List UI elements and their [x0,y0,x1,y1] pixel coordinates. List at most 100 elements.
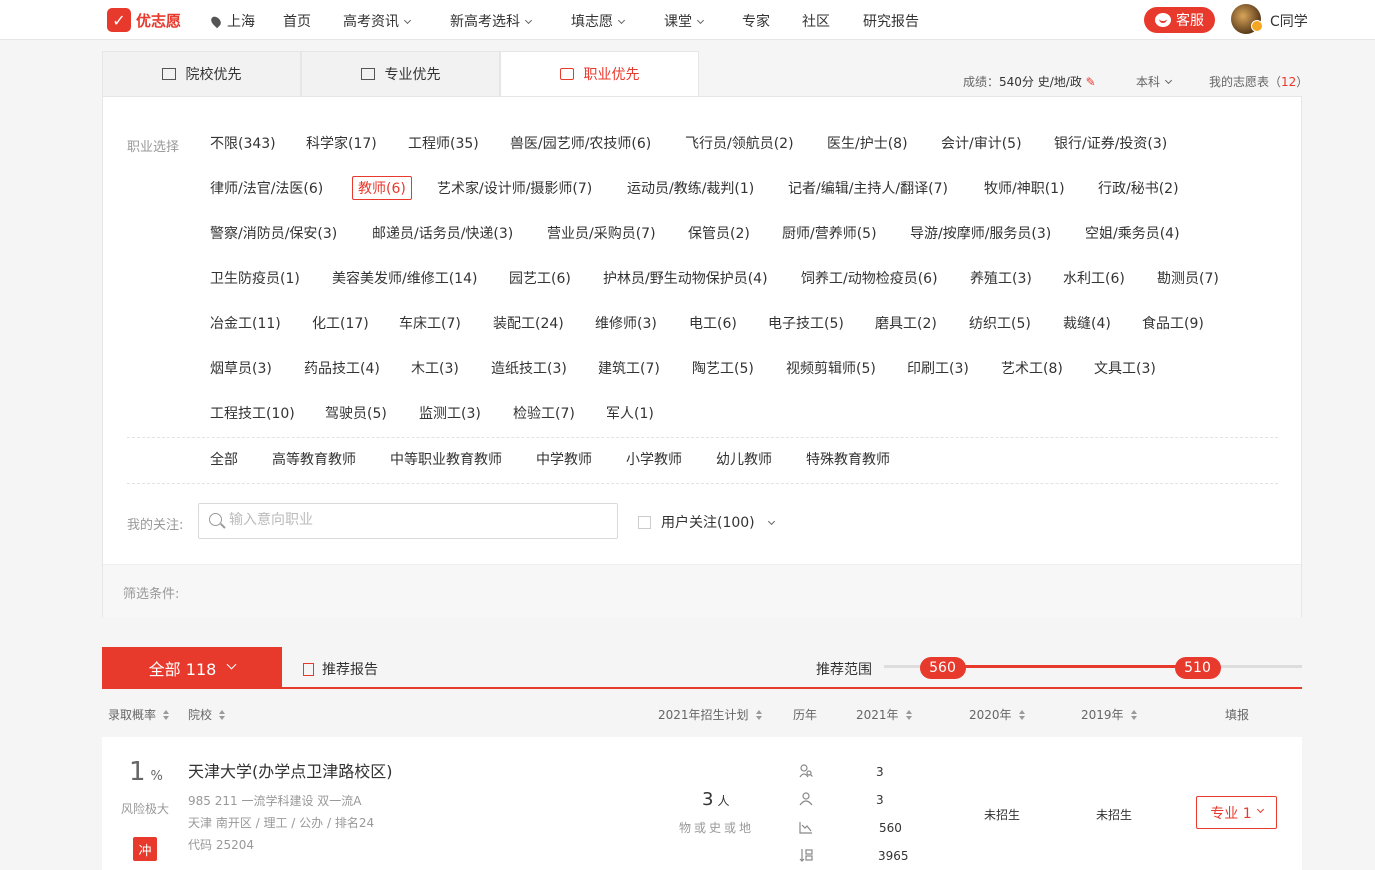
nav-research-report[interactable]: 研究报告 [863,11,919,31]
recommend-report-link[interactable]: 推荐报告 [303,659,378,679]
fill-major-button[interactable]: 专业 1 [1196,796,1277,829]
career-search-field[interactable] [198,503,618,539]
col-2021[interactable]: 2021年 [856,706,912,723]
career-chip[interactable]: 科学家(17) [306,132,377,156]
sub-option[interactable]: 幼儿教师 [716,448,772,472]
career-chip[interactable]: 飞行员/领航员(2) [685,132,794,156]
career-chip[interactable]: 磨具工(2) [875,312,937,336]
tab-career-first[interactable]: 职业优先 [500,51,699,97]
career-chip[interactable]: 空姐/乘务员(4) [1085,222,1180,246]
career-chip[interactable]: 工程技工(10) [210,402,295,426]
career-chip[interactable]: 厨师/营养师(5) [782,222,877,246]
career-search-input[interactable] [229,512,609,528]
nav-home[interactable]: 首页 [283,11,311,31]
user-focus-checkbox[interactable] [638,516,651,529]
career-chip[interactable]: 饲养工/动物检疫员(6) [801,267,938,291]
career-chip[interactable]: 营业员/采购员(7) [547,222,656,246]
edit-pen-icon[interactable]: ✎ [1086,75,1096,89]
user-focus-toggle[interactable]: 用户关注(100) [661,512,775,532]
career-chip[interactable]: 行政/秘书(2) [1098,177,1179,201]
career-chip[interactable]: 食品工(9) [1142,312,1204,336]
col-2020[interactable]: 2020年 [969,706,1025,723]
col-college[interactable]: 院校 [188,706,226,723]
career-chip[interactable]: 记者/编辑/主持人/翻译(7) [788,177,948,201]
nav-gaokao-news[interactable]: 高考资讯 [343,11,412,31]
username[interactable]: C同学 [1270,11,1308,31]
sub-option[interactable]: 中学教师 [536,448,592,472]
level-selector[interactable]: 本科 [1136,73,1173,90]
career-chip[interactable]: 艺术家/设计师/摄影师(7) [437,177,592,201]
career-chip[interactable]: 裁缝(4) [1063,312,1111,336]
career-chip[interactable]: 警察/消防员/保安(3) [210,222,337,246]
col-2019[interactable]: 2019年 [1081,706,1137,723]
results-all-tab[interactable]: 全部 118 [102,647,282,688]
career-chip[interactable]: 装配工(24) [493,312,564,336]
career-chip[interactable]: 导游/按摩师/服务员(3) [910,222,1051,246]
career-chip[interactable]: 冶金工(11) [210,312,281,336]
tab-major-first[interactable]: 专业优先 [301,51,500,97]
career-chip[interactable]: 陶艺工(5) [692,357,754,381]
career-chip[interactable]: 邮递员/话务员/快递(3) [372,222,513,246]
range-handle-high[interactable]: 560 [919,657,966,679]
career-chip[interactable]: 不限(343) [210,132,276,156]
sub-option[interactable]: 中等职业教育教师 [390,448,502,472]
career-chip[interactable]: 造纸技工(3) [491,357,567,381]
career-chip[interactable]: 牧师/神职(1) [984,177,1065,201]
career-chip[interactable]: 律师/法官/法医(6) [210,177,323,201]
career-chip[interactable]: 运动员/教练/裁判(1) [627,177,754,201]
sub-option-all[interactable]: 全部 [210,448,238,472]
career-chip[interactable]: 监测工(3) [419,402,481,426]
career-chip[interactable]: 卫生防疫员(1) [210,267,300,291]
logo[interactable]: ✓ 优志愿 [107,8,181,32]
career-chip[interactable]: 工程师(35) [408,132,479,156]
chevron-down-icon [226,659,237,670]
career-chip[interactable]: 水利工(6) [1063,267,1125,291]
career-chip[interactable]: 园艺工(6) [509,267,571,291]
career-chip[interactable]: 医生/护士(8) [827,132,908,156]
nav-subject-selection[interactable]: 新高考选科 [450,11,533,31]
career-chip[interactable]: 银行/证券/投资(3) [1054,132,1167,156]
career-chip[interactable]: 勘测员(7) [1157,267,1219,291]
career-chip[interactable]: 印刷工(3) [907,357,969,381]
location-selector[interactable]: 上海 [209,11,255,31]
career-chip[interactable]: 驾驶员(5) [325,402,387,426]
career-chip[interactable]: 文具工(3) [1094,357,1156,381]
sub-option[interactable]: 高等教育教师 [272,448,356,472]
career-chip[interactable]: 纺织工(5) [969,312,1031,336]
career-chip[interactable]: 视频剪辑师(5) [786,357,876,381]
career-chip[interactable]: 化工(17) [312,312,369,336]
career-chip[interactable]: 养殖工(3) [970,267,1032,291]
career-chip[interactable]: 检验工(7) [513,402,575,426]
career-chip[interactable]: 兽医/园艺师/农技师(6) [510,132,651,156]
college-name[interactable]: 天津大学(办学点卫津路校区) [188,758,393,782]
career-chip[interactable]: 建筑工(7) [598,357,660,381]
nav-fill-volunteer[interactable]: 填志愿 [571,11,626,31]
career-chip[interactable]: 车床工(7) [399,312,461,336]
career-chip[interactable]: 艺术工(8) [1001,357,1063,381]
sub-option[interactable]: 小学教师 [626,448,682,472]
nav-experts[interactable]: 专家 [742,11,770,31]
col-plan-2021[interactable]: 2021年招生计划 [658,706,762,723]
career-chip[interactable]: 美容美发师/维修工(14) [332,267,477,291]
career-chip[interactable]: 保管员(2) [688,222,750,246]
range-handle-low[interactable]: 510 [1174,657,1221,679]
nav-classroom[interactable]: 课堂 [664,11,705,31]
tab-college-first[interactable]: 院校优先 [102,51,301,97]
career-chip[interactable]: 护林员/野生动物保护员(4) [603,267,768,291]
customer-service-button[interactable]: 客服 [1144,7,1215,33]
sub-option[interactable]: 特殊教育教师 [806,448,890,472]
my-volunteer-table-link[interactable]: 我的志愿表（12） [1209,73,1308,90]
career-chip[interactable]: 烟草员(3) [210,357,272,381]
document-icon [303,662,314,676]
nav-community[interactable]: 社区 [802,11,830,31]
career-chip[interactable]: 军人(1) [606,402,654,426]
career-chip-selected[interactable]: 教师(6) [352,176,412,200]
career-chip[interactable]: 木工(3) [411,357,459,381]
col-2021-label: 2021年 [856,708,899,722]
col-probability[interactable]: 录取概率 [108,706,170,723]
career-chip[interactable]: 药品技工(4) [304,357,380,381]
career-chip[interactable]: 会计/审计(5) [941,132,1022,156]
career-chip[interactable]: 电工(6) [689,312,737,336]
career-chip[interactable]: 维修师(3) [595,312,657,336]
career-chip[interactable]: 电子技工(5) [768,312,844,336]
